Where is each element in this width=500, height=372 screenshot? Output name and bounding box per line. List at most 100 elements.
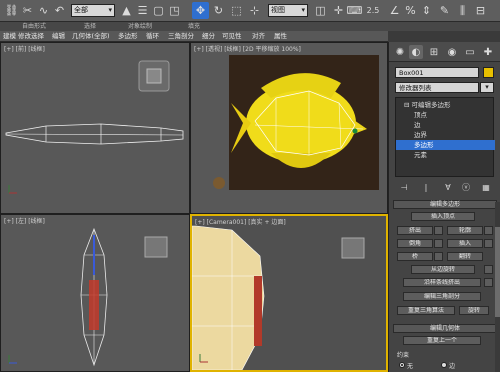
view-coordinate-dropdown[interactable]: 视图 — [268, 4, 308, 17]
repeat-last-button[interactable]: 重复上一个 — [403, 336, 481, 345]
perspective-render — [213, 55, 379, 190]
panel-loops[interactable]: 循环 — [146, 31, 159, 42]
extrude-button[interactable]: 挤出 — [397, 226, 433, 235]
viewport-camera[interactable]: [+] [Camera001] [真实 + 边面] — [190, 214, 388, 372]
constraint-none-radio[interactable] — [399, 362, 405, 368]
move-icon[interactable]: ✥ — [192, 2, 209, 19]
manipulate-icon[interactable]: ✛ — [330, 2, 347, 19]
object-name-field[interactable]: Box001 — [395, 67, 479, 78]
viewport-left[interactable]: [+] [左] [线框] — [0, 214, 190, 372]
bridge-button[interactable]: 桥 — [397, 252, 433, 261]
remove-modifier-icon[interactable]: ⓥ — [459, 182, 473, 194]
extrude-settings-button[interactable] — [434, 226, 443, 235]
inset-settings-button[interactable] — [484, 239, 493, 248]
object-color-swatch[interactable] — [483, 67, 494, 78]
unlink-icon[interactable]: ✂ — [19, 2, 36, 19]
link-icon[interactable]: ⛓ — [3, 2, 20, 19]
panel-properties[interactable]: 属性 — [274, 31, 287, 42]
select-by-name-icon[interactable]: ☰ — [134, 2, 151, 19]
pivot-icon[interactable]: ⊹ — [246, 2, 263, 19]
insert-vertex-button[interactable]: 插入顶点 — [411, 212, 475, 221]
bevel-settings-button[interactable] — [434, 239, 443, 248]
stack-item-edge[interactable]: 边 — [396, 120, 495, 130]
tab-object-paint[interactable]: 对象绘制 — [128, 22, 152, 31]
use-pivot-center-icon[interactable]: ◫ — [312, 2, 329, 19]
make-unique-icon[interactable]: ∀ — [441, 182, 455, 194]
left-wireframe — [8, 227, 168, 367]
angle-snap-icon[interactable]: ∠ — [386, 2, 403, 19]
undo-icon[interactable]: ↶ — [51, 2, 68, 19]
command-panel: ✺ ◐ ⊞ ◉ ▭ ✚ Box001 修改器列表 ▾ ⊟ 可编辑多边形 顶点 边… — [388, 42, 500, 372]
select-object-icon[interactable]: ▲ — [118, 2, 135, 19]
configure-modifier-sets-icon[interactable]: ▦ — [479, 182, 493, 194]
utilities-tab-icon[interactable]: ✚ — [481, 45, 495, 59]
viewport-perspective[interactable]: [+] [透视] [线框] [2D 平移缩放 100%] — [190, 42, 388, 214]
tab-populate[interactable]: 填充 — [188, 22, 200, 31]
create-tab-icon[interactable]: ✺ — [393, 45, 407, 59]
selection-filter-dropdown[interactable]: 全部 — [71, 4, 115, 17]
mirror-icon[interactable]: ⫼ — [454, 2, 471, 19]
extrude-along-spline-button[interactable]: 沿样条线挤出 — [403, 278, 481, 287]
rollout-edit-polygons[interactable]: 编辑多边形 — [393, 200, 497, 209]
modify-tab-icon[interactable]: ◐ — [409, 45, 423, 59]
stack-item-border[interactable]: 边界 — [396, 130, 495, 140]
retriangulate-button[interactable]: 重复三角算法 — [397, 306, 455, 315]
constraint-edge-radio[interactable] — [441, 362, 447, 368]
pin-stack-icon[interactable]: ⊣ — [397, 182, 411, 194]
tab-selection[interactable]: 选择 — [84, 22, 96, 31]
rect-select-icon[interactable]: ▢ — [150, 2, 167, 19]
keyboard-shortcut-icon[interactable]: ⌨ — [346, 2, 363, 19]
stack-item-editable-poly[interactable]: ⊟ 可编辑多边形 — [396, 100, 495, 110]
bind-space-warp-icon[interactable]: ∿ — [35, 2, 52, 19]
hinge-settings-button[interactable] — [484, 265, 493, 274]
align-icon[interactable]: ⊟ — [472, 2, 489, 19]
snap-toggle-icon[interactable]: 2.5 — [362, 2, 384, 19]
panel-align[interactable]: 对齐 — [252, 31, 265, 42]
viewport-label[interactable]: [+] [前] [线框] — [4, 44, 45, 53]
panel-triangulation[interactable]: 三角剖分 — [168, 31, 194, 42]
percent-snap-icon[interactable]: % — [402, 2, 419, 19]
bevel-button[interactable]: 倒角 — [397, 239, 433, 248]
viewport-front[interactable]: [+] [前] [线框] — [0, 42, 190, 214]
stack-toolbar: ⊣ | ∀ ⓥ ▦ — [395, 182, 494, 194]
viewport-label[interactable]: [+] [左] [线框] — [4, 216, 45, 225]
hinge-from-edge-button[interactable]: 从边旋转 — [411, 265, 475, 274]
bridge-settings-button[interactable] — [434, 252, 443, 261]
outline-settings-button[interactable] — [484, 226, 493, 235]
stack-item-vertex[interactable]: 顶点 — [396, 110, 495, 120]
show-end-result-icon[interactable]: | — [419, 182, 433, 194]
inset-button[interactable]: 插入 — [447, 239, 483, 248]
hierarchy-tab-icon[interactable]: ⊞ — [427, 45, 441, 59]
flip-button[interactable]: 翻转 — [447, 252, 483, 261]
modifier-list-dropdown[interactable]: 修改器列表 — [395, 82, 479, 93]
panel-edit[interactable]: 编辑 — [52, 31, 65, 42]
stack-item-polygon[interactable]: 多边形 — [396, 140, 495, 150]
outline-button[interactable]: 轮廓 — [447, 226, 483, 235]
viewport-label[interactable]: [+] [Camera001] [真实 + 边面] — [195, 217, 286, 226]
edit-triangulation-button[interactable]: 编辑三角剖分 — [403, 292, 481, 301]
spinner-snap-icon[interactable]: ⇕ — [418, 2, 435, 19]
chevron-down-icon[interactable]: ▾ — [480, 82, 494, 93]
scale-icon[interactable]: ⬚ — [228, 2, 245, 19]
display-tab-icon[interactable]: ▭ — [463, 45, 477, 59]
motion-tab-icon[interactable]: ◉ — [445, 45, 459, 59]
panel-modify-selection[interactable]: 修改选择 — [18, 31, 44, 42]
camera-shaded-view — [192, 225, 365, 370]
panel-visibility[interactable]: 可见性 — [222, 31, 242, 42]
extrude-along-spline-settings-button[interactable] — [484, 278, 493, 287]
stack-item-element[interactable]: 元素 — [396, 150, 495, 160]
panel-subdivision[interactable]: 细分 — [202, 31, 215, 42]
edit-named-selection-icon[interactable]: ✎ — [436, 2, 453, 19]
window-crossing-icon[interactable]: ◳ — [166, 2, 183, 19]
tab-freeform[interactable]: 自由形式 — [22, 22, 46, 31]
rollout-edit-geometry[interactable]: 编辑几何体 — [393, 324, 497, 333]
viewcube-icon — [144, 236, 168, 258]
rotate-icon[interactable]: ↻ — [210, 2, 227, 19]
panel-scroll-thumb[interactable] — [495, 227, 500, 317]
panel-polygons[interactable]: 多边形 — [118, 31, 138, 42]
turn-button[interactable]: 旋转 — [459, 306, 489, 315]
viewport-label[interactable]: [+] [透视] [线框] [2D 平移缩放 100%] — [194, 44, 301, 53]
panel-geometry-all[interactable]: 几何体(全部) — [72, 31, 110, 42]
panel-modeling[interactable]: 建模 — [3, 31, 16, 42]
main-toolbar: ⛓ ✂ ∿ ↶ 全部 ▲ ☰ ▢ ◳ ✥ ↻ ⬚ ⊹ 视图 ◫ ✛ ⌨ 2.5 … — [0, 0, 500, 22]
